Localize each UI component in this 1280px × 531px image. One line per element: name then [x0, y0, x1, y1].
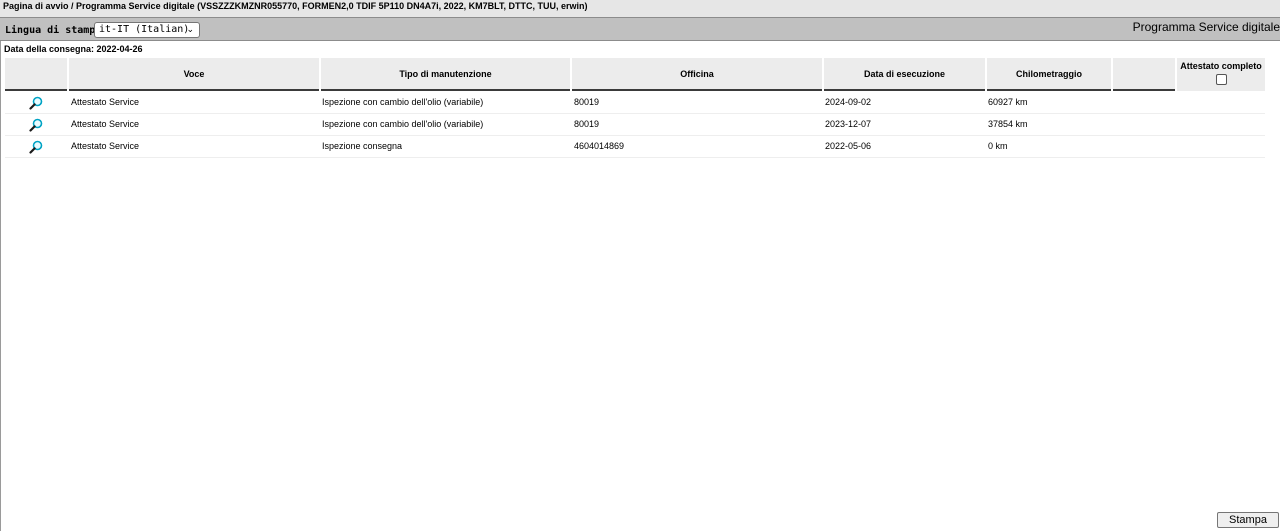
cell-km: 0 km	[988, 141, 1008, 151]
header-chilometraggio[interactable]: Chilometraggio	[987, 58, 1111, 91]
cell-tipo: Ispezione con cambio dell'olio (variabil…	[322, 97, 484, 107]
cell-km: 60927 km	[988, 97, 1028, 107]
cell-tipo: Ispezione consegna	[322, 141, 403, 151]
main-content: Data della consegna: 2022-04-26 Voce Tip…	[0, 41, 1280, 531]
table-header: Voce Tipo di manutenzione Officina Data …	[5, 58, 1265, 92]
app-title: Programma Service digitale	[1132, 20, 1280, 34]
print-language-select[interactable]: it-IT (Italian) ⌄	[94, 22, 200, 38]
table-row[interactable]: Attestato Service Ispezione con cambio d…	[5, 92, 1265, 114]
magnifier-icon[interactable]	[29, 96, 43, 110]
toolbar: Lingua di stampa: it-IT (Italian) ⌄ Prog…	[0, 17, 1280, 41]
magnifier-icon[interactable]	[29, 140, 43, 154]
cell-tipo: Ispezione con cambio dell'olio (variabil…	[322, 119, 484, 129]
header-officina[interactable]: Officina	[572, 58, 822, 91]
header-tipo-manutenzione[interactable]: Tipo di manutenzione	[321, 58, 570, 91]
chevron-down-icon: ⌄	[186, 25, 194, 35]
cell-officina: 80019	[574, 97, 600, 107]
magnifier-icon[interactable]	[29, 118, 43, 132]
cell-data: 2024-09-02	[825, 97, 872, 107]
header-data-esecuzione[interactable]: Data di esecuzione	[824, 58, 985, 91]
cell-voce: Attestato Service	[71, 97, 140, 107]
cell-km: 37854 km	[988, 119, 1028, 129]
header-icon-column	[5, 58, 67, 91]
header-attestato-completo: Attestato completo	[1177, 58, 1265, 91]
cell-officina: 80019	[574, 119, 600, 129]
cell-data: 2023-12-07	[825, 119, 872, 129]
table-row[interactable]: Attestato Service Ispezione con cambio d…	[5, 114, 1265, 136]
delivery-date: Data della consegna: 2022-04-26	[4, 44, 143, 54]
attestato-completo-label: Attestato completo	[1180, 61, 1262, 71]
header-voce[interactable]: Voce	[69, 58, 319, 91]
cell-officina: 4604014869	[574, 141, 625, 151]
attestato-completo-checkbox[interactable]	[1215, 74, 1227, 85]
cell-data: 2022-05-06	[825, 141, 872, 151]
header-extra	[1113, 58, 1175, 91]
print-button[interactable]: Stampa	[1217, 512, 1279, 528]
cell-voce: Attestato Service	[71, 141, 140, 151]
breadcrumb: Pagina di avvio / Programma Service digi…	[0, 0, 1280, 17]
print-language-value: it-IT (Italian)	[99, 24, 190, 35]
table-row[interactable]: Attestato Service Ispezione consegna 460…	[5, 136, 1265, 158]
cell-voce: Attestato Service	[71, 119, 140, 129]
service-table: Voce Tipo di manutenzione Officina Data …	[5, 58, 1265, 158]
print-language-label: Lingua di stampa:	[5, 25, 108, 36]
